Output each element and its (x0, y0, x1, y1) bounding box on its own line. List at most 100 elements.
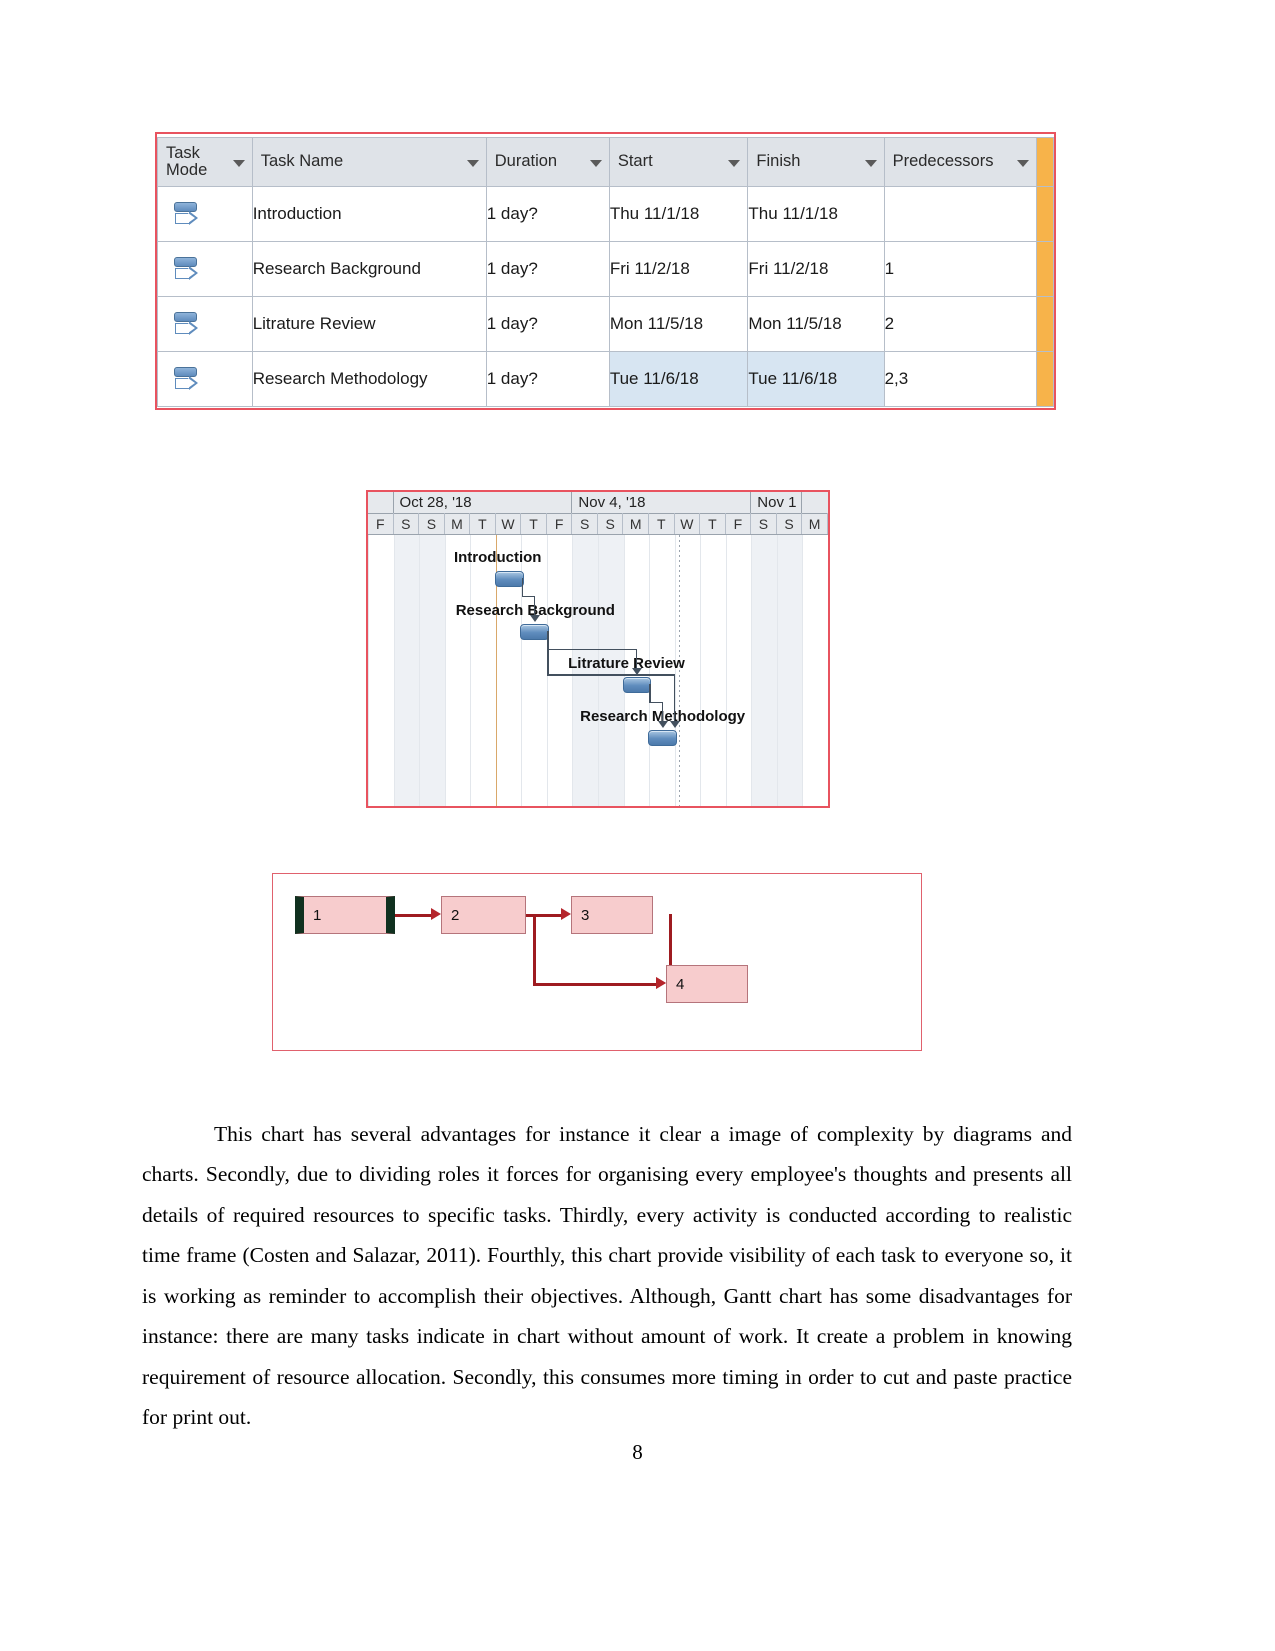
table-header-row: Task Mode Task Name Duration Start Finis… (157, 137, 1055, 187)
table-row[interactable]: Research Background 1 day? Fri 11/2/18 F… (157, 241, 1055, 297)
gantt-week-label: Nov 1 (751, 492, 803, 513)
gantt-nonworking-stripe (751, 535, 777, 806)
cell-finish[interactable]: Fri 11/2/18 (747, 241, 885, 297)
column-header-task-mode[interactable]: Task Mode (157, 137, 253, 187)
gantt-task-bar[interactable] (622, 677, 652, 693)
gantt-task-bar[interactable] (494, 571, 524, 587)
cell-predecessors[interactable] (883, 186, 1037, 242)
gantt-nonworking-stripe (776, 535, 803, 806)
gantt-day-cell: T (521, 513, 547, 534)
chevron-down-icon[interactable] (232, 159, 245, 167)
network-node[interactable]: 3 (571, 896, 653, 934)
column-header-label: Finish (756, 152, 801, 171)
gantt-dependency-link (547, 674, 674, 676)
auto-schedule-icon (174, 365, 200, 393)
cell-start[interactable]: Mon 11/5/18 (608, 296, 749, 352)
gantt-gridline (751, 535, 753, 806)
cell-start[interactable]: Fri 11/2/18 (608, 241, 749, 297)
gantt-dependency-arrow (529, 615, 540, 622)
column-header-label: Task Name (260, 152, 344, 171)
gantt-day-cell: F (726, 513, 752, 534)
column-header-add-new[interactable] (1035, 137, 1055, 187)
column-header-finish[interactable]: Finish (747, 137, 885, 187)
gantt-bar-label: Litrature Review (568, 655, 685, 672)
gantt-nonworking-stripe (393, 535, 420, 806)
gantt-dependency-link (521, 578, 524, 596)
gantt-day-cell: S (419, 513, 445, 534)
gantt-dependency-link (547, 648, 636, 651)
network-edge (526, 914, 562, 917)
table-row[interactable]: Introduction 1 day? Thu 11/1/18 Thu 11/1… (157, 186, 1055, 242)
gantt-week-label: Oct 28, '18 (394, 492, 573, 513)
task-table-panel: Task Mode Task Name Duration Start Finis… (155, 132, 1056, 410)
column-header-duration[interactable]: Duration (485, 137, 610, 187)
chevron-down-icon[interactable] (1016, 159, 1029, 167)
gantt-day-cell: S (394, 513, 420, 534)
gantt-day-cell: S (751, 513, 777, 534)
cell-task-name[interactable]: Research Methodology (251, 351, 487, 407)
cell-task-name[interactable]: Research Background (251, 241, 487, 297)
cell-task-mode[interactable] (157, 351, 253, 407)
network-node[interactable]: 4 (666, 965, 748, 1003)
gantt-day-cell: M (802, 513, 828, 534)
chevron-down-icon[interactable] (589, 159, 602, 167)
cell-task-mode[interactable] (157, 296, 253, 352)
table-row[interactable]: Research Methodology 1 day? Tue 11/6/18 … (157, 351, 1055, 407)
gantt-dependency-arrow (669, 721, 680, 728)
cell-duration[interactable]: 1 day? (485, 186, 610, 242)
cell-duration[interactable]: 1 day? (485, 241, 610, 297)
network-node[interactable]: 2 (441, 896, 526, 934)
cell-predecessors[interactable]: 2 (883, 296, 1037, 352)
gantt-task-bar[interactable] (648, 730, 677, 746)
cell-spacer (1035, 296, 1055, 352)
gantt-bar-label: Introduction (453, 549, 542, 566)
gantt-day-cell: S (572, 513, 598, 534)
gantt-gridline (419, 535, 421, 806)
table-row[interactable]: Litrature Review 1 day? Mon 11/5/18 Mon … (157, 296, 1055, 352)
gantt-dependency-arrow (657, 721, 668, 728)
gantt-task-bar[interactable] (520, 624, 550, 640)
body-paragraph: This chart has several advantages for in… (142, 1121, 1072, 1430)
network-edge-arrow (656, 977, 666, 989)
column-header-task-name[interactable]: Task Name (251, 137, 487, 187)
gantt-gridline (368, 535, 369, 806)
network-edge-arrow (561, 908, 571, 920)
chevron-down-icon[interactable] (466, 159, 479, 167)
gantt-week-row: Oct 28, '18 Nov 4, '18 Nov 1 (368, 492, 828, 514)
cell-predecessors[interactable]: 2,3 (883, 351, 1037, 407)
gantt-day-row: FSSMTWTFSSMTWTFSSM (368, 513, 828, 535)
network-edge (395, 914, 432, 917)
gantt-plot-area[interactable]: Introduction Research Background Litrature… (368, 535, 828, 806)
task-entry-table: Task Mode Task Name Duration Start Finis… (157, 137, 1055, 407)
cell-task-mode[interactable] (157, 241, 253, 297)
cell-finish[interactable]: Thu 11/1/18 (747, 186, 885, 242)
network-node[interactable]: 1 (295, 896, 395, 934)
gantt-gridline (470, 535, 472, 806)
cell-start[interactable]: Thu 11/1/18 (608, 186, 749, 242)
cell-task-name[interactable]: Introduction (251, 186, 487, 242)
gantt-timescale-header: Oct 28, '18 Nov 4, '18 Nov 1 FSSMTWTFSSMTW… (368, 492, 828, 535)
cell-task-mode[interactable] (157, 186, 253, 242)
column-header-label: Start (617, 152, 653, 171)
auto-schedule-icon (174, 200, 200, 228)
cell-duration[interactable]: 1 day? (485, 351, 610, 407)
gantt-day-cell: F (368, 513, 394, 534)
cell-task-name[interactable]: Litrature Review (251, 296, 487, 352)
column-header-start[interactable]: Start (608, 137, 749, 187)
cell-predecessors[interactable]: 1 (883, 241, 1037, 297)
cell-duration[interactable]: 1 day? (485, 296, 610, 352)
chevron-down-icon[interactable] (864, 159, 877, 167)
gantt-day-cell: T (470, 513, 496, 534)
network-edge (533, 983, 657, 986)
column-header-label: Task Mode (166, 143, 208, 179)
cell-start[interactable]: Tue 11/6/18 (608, 351, 749, 407)
cell-finish[interactable]: Mon 11/5/18 (747, 296, 885, 352)
gantt-day-cell: F (547, 513, 573, 534)
auto-schedule-icon (174, 310, 200, 338)
chevron-down-icon[interactable] (728, 159, 741, 167)
gantt-day-cell: W (675, 513, 701, 534)
cell-finish[interactable]: Tue 11/6/18 (747, 351, 885, 407)
network-edge (533, 914, 536, 984)
gantt-dependency-link (547, 631, 549, 675)
column-header-predecessors[interactable]: Predecessors (883, 137, 1037, 187)
